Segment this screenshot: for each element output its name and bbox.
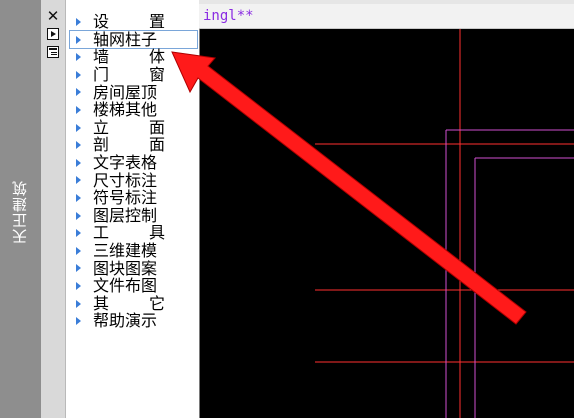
expand-arrow-icon [76, 35, 81, 44]
autohide-icon[interactable] [46, 27, 60, 41]
menu-item[interactable]: 剖 面 [66, 136, 199, 154]
expand-arrow-icon [76, 176, 81, 185]
app-title: 天正建筑 [11, 180, 29, 244]
menu-item[interactable]: 图块图案 [66, 259, 199, 277]
menu-item[interactable]: 尺寸标注 [66, 171, 199, 189]
expand-arrow-icon [76, 299, 81, 308]
menu-item[interactable]: 楼梯其他 [66, 101, 199, 119]
properties-icon[interactable] [46, 45, 60, 59]
expand-arrow-icon [76, 141, 81, 150]
expand-arrow-icon [76, 246, 81, 255]
menu-item[interactable]: 房间屋顶 [66, 83, 199, 101]
menu-item-label: 轴网柱子 [93, 29, 158, 49]
cad-drawing [315, 29, 574, 418]
panel-toolbar: ✕ [41, 0, 66, 418]
menu-item-label: 楼梯其他 [93, 100, 158, 120]
menu-item[interactable]: 文字表格 [66, 154, 199, 172]
menu-item-label: 帮助演示 [93, 311, 158, 331]
menu-item-label: 图层控制 [93, 205, 158, 225]
drawing-tab-label: ingl** [203, 8, 254, 24]
menu-item-label: 符号标注 [93, 188, 158, 208]
menu-item[interactable]: 工 具 [66, 224, 199, 242]
menu-item[interactable]: 其 它 [66, 295, 199, 313]
vertical-title-bar[interactable]: 天正建筑 [0, 0, 42, 418]
menu-item[interactable]: 图层控制 [66, 207, 199, 225]
menu-item[interactable]: 轴网柱子 [69, 29, 198, 50]
expand-arrow-icon [76, 211, 81, 220]
menu-item[interactable]: 文件布图 [66, 277, 199, 295]
menu-item[interactable]: 三维建模 [66, 242, 199, 260]
menu-item-label: 尺寸标注 [93, 170, 158, 190]
expand-arrow-icon [76, 70, 81, 79]
menu-item-label: 图块图案 [93, 258, 158, 278]
expand-arrow-icon [76, 229, 81, 238]
menu-list: 设 置轴网柱子墙 体门 窗房间屋顶 楼梯其他立 面剖 面文字表格 尺寸标注 符号标注图… [66, 13, 199, 330]
menu-item[interactable]: 符号标注 [66, 189, 199, 207]
menu-item-label: 三维建模 [93, 241, 158, 261]
menu-item-label: 剖 面 [93, 135, 165, 155]
expand-arrow-icon [76, 123, 81, 132]
menu-item[interactable]: 立 面 [66, 119, 199, 137]
expand-arrow-icon [76, 281, 81, 290]
menu-item-label: 房间屋顶 [93, 82, 158, 102]
drawing-tab[interactable]: ingl** [199, 4, 574, 29]
menu-item-label: 文字表格 [93, 153, 158, 173]
menu-item-label: 墙 体 [93, 47, 165, 67]
expand-arrow-icon [76, 158, 81, 167]
menu-item-label: 工 具 [93, 223, 165, 243]
tangent-menu-panel: 设 置轴网柱子墙 体门 窗房间屋顶 楼梯其他立 面剖 面文字表格 尺寸标注 符号标注图… [66, 0, 200, 418]
expand-arrow-icon [76, 317, 81, 326]
expand-arrow-icon [76, 105, 81, 114]
drawing-canvas[interactable] [199, 29, 574, 418]
menu-item[interactable]: 帮助演示 [66, 312, 199, 330]
expand-arrow-icon [76, 53, 81, 62]
menu-item-label: 立 面 [93, 117, 165, 137]
menu-item-label: 文件布图 [93, 276, 158, 296]
menu-item[interactable]: 墙 体 [66, 48, 199, 66]
expand-arrow-icon [76, 88, 81, 97]
expand-arrow-icon [76, 193, 81, 202]
expand-arrow-icon [76, 264, 81, 273]
menu-item[interactable]: 设 置 [66, 13, 199, 31]
menu-item-label: 其 它 [93, 293, 165, 313]
menu-item[interactable]: 门 窗 [66, 66, 199, 84]
menu-item-label: 门 窗 [93, 65, 165, 85]
expand-arrow-icon [76, 18, 81, 26]
menu-item-label: 设 置 [93, 12, 165, 32]
close-icon[interactable]: ✕ [46, 7, 60, 25]
